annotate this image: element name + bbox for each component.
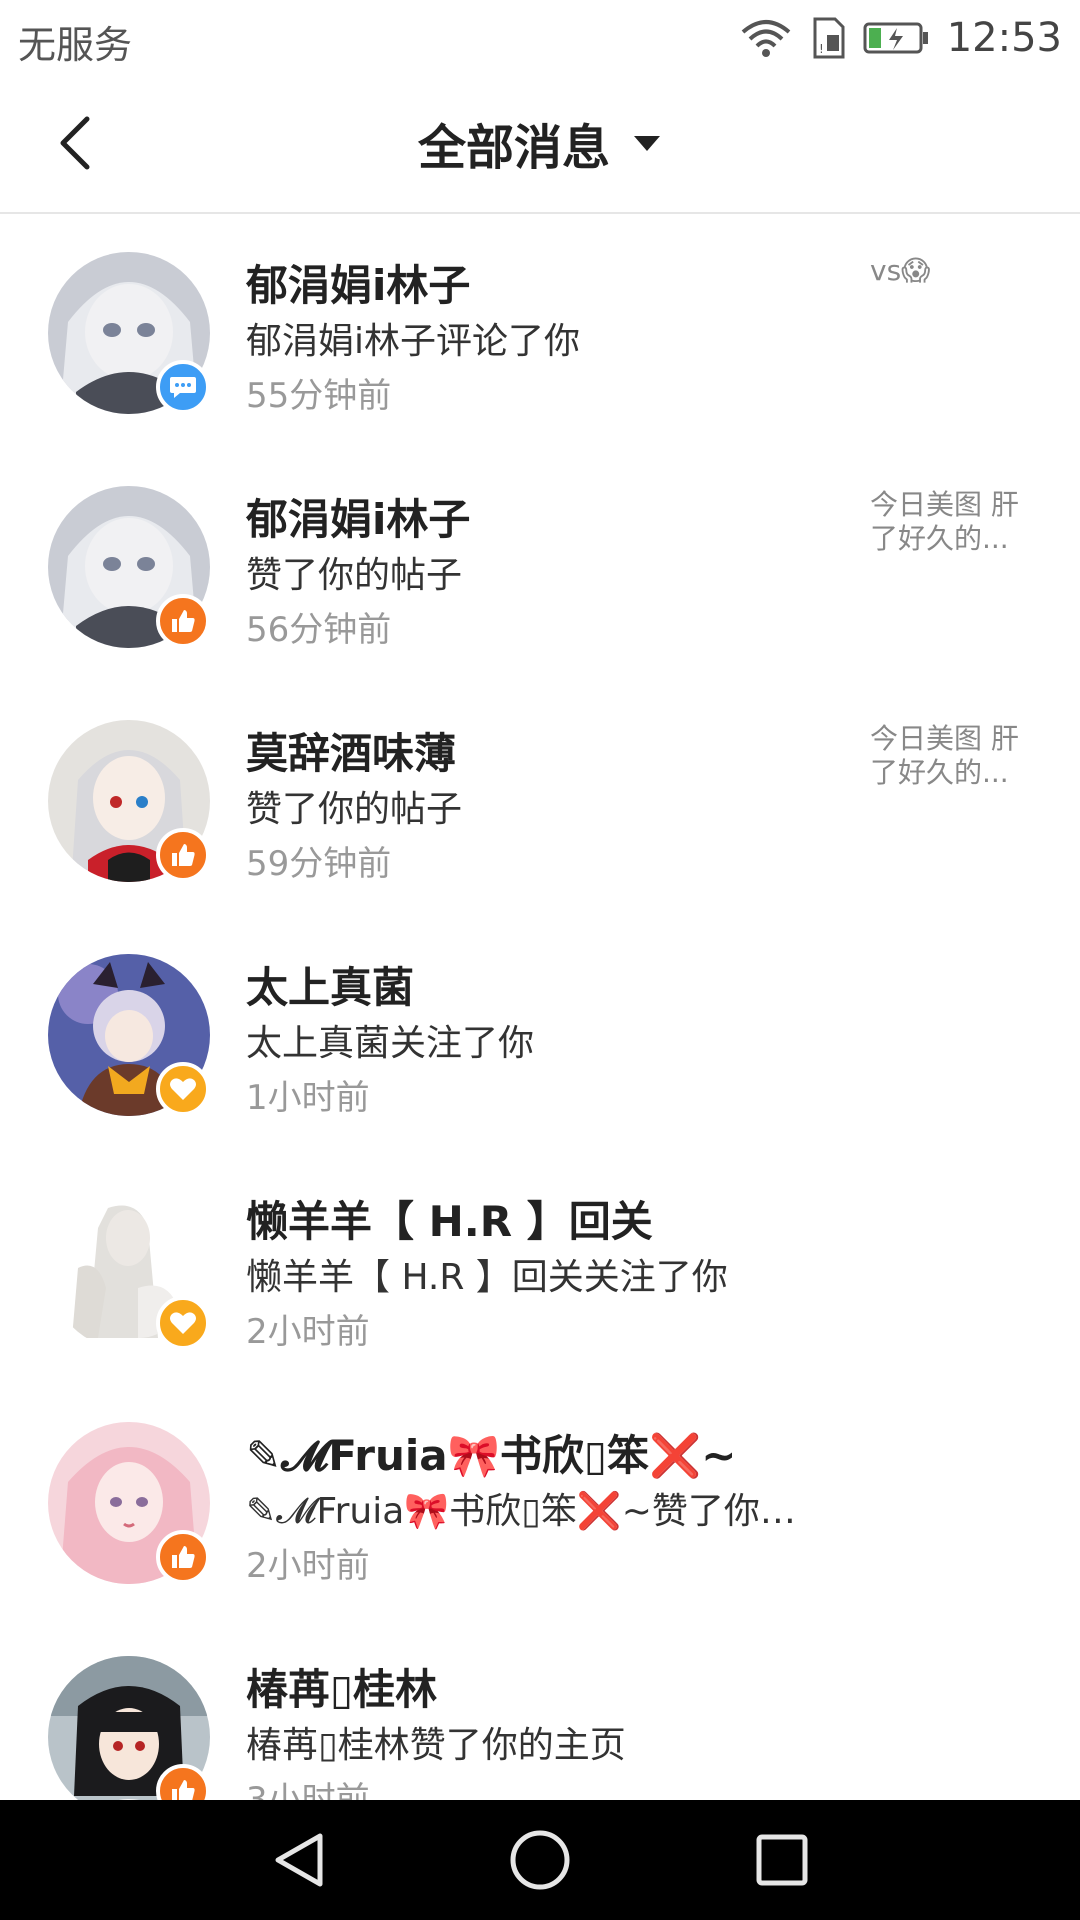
message-time: 56分钟前 <box>246 610 392 650</box>
nav-back-button[interactable] <box>248 1810 348 1910</box>
nav-home-button[interactable] <box>490 1810 590 1910</box>
sim-icon: ! <box>811 17 845 59</box>
dropdown-triangle-icon <box>634 136 660 151</box>
message-time: 1小时前 <box>246 1078 370 1118</box>
square-recents-icon <box>756 1834 808 1886</box>
page-title: 全部消息 <box>417 120 610 176</box>
message-item[interactable]: ✎𝓜Fruia🎀书欣▯笨❌~ ✎𝓜Fruia🎀书欣▯笨❌~赞了你的... 2小时… <box>0 1386 1080 1620</box>
header: 全部消息 <box>0 72 1080 214</box>
message-action: 懒羊羊【 H.R 】回关关注了你 <box>246 1257 728 1298</box>
post-preview[interactable]: 今日美图 肝了好久的... <box>870 488 1040 556</box>
comment-badge-icon <box>156 360 210 414</box>
message-action: ✎𝓜Fruia🎀书欣▯笨❌~赞了你的... <box>246 1491 826 1532</box>
message-item[interactable]: 椿苒▯桂林 椿苒▯桂林赞了你的主页 3小时前 <box>0 1620 1080 1800</box>
sender-name[interactable]: 郁涓娟i林子 <box>246 486 470 547</box>
message-time: 2小时前 <box>246 1546 370 1586</box>
sender-name[interactable]: ✎𝓜Fruia🎀书欣▯笨❌~ <box>246 1422 736 1483</box>
status-icons: ! 12:53 <box>739 10 1062 66</box>
sender-name[interactable]: 懒羊羊【 H.R 】回关 <box>246 1188 653 1249</box>
message-item[interactable]: 郁涓娟i林子 郁涓娟i林子评论了你 55分钟前 vs😱 <box>0 216 1080 450</box>
message-item[interactable]: 郁涓娟i林子 赞了你的帖子 56分钟前 今日美图 肝了好久的... <box>0 450 1080 684</box>
like-badge-icon <box>156 1530 210 1584</box>
status-bar: 无服务 ! 12:53 <box>0 0 1080 72</box>
wifi-icon <box>739 18 793 58</box>
message-time: 2小时前 <box>246 1312 370 1352</box>
sender-name[interactable]: 莫辞酒味薄 <box>246 720 456 781</box>
message-action: 郁涓娟i林子评论了你 <box>246 321 581 362</box>
post-preview[interactable]: 今日美图 肝了好久的... <box>870 722 1040 790</box>
system-nav-bar <box>0 1800 1080 1920</box>
svg-text:!: ! <box>819 42 824 56</box>
message-list: 郁涓娟i林子 郁涓娟i林子评论了你 55分钟前 vs😱 郁涓娟i林子 赞了你的帖… <box>0 216 1080 1800</box>
message-item[interactable]: 懒羊羊【 H.R 】回关 懒羊羊【 H.R 】回关关注了你 2小时前 <box>0 1152 1080 1386</box>
battery-icon <box>863 20 929 56</box>
post-preview[interactable]: vs😱 <box>870 254 1040 288</box>
circle-home-icon <box>510 1830 570 1890</box>
like-badge-icon <box>156 828 210 882</box>
nav-recents-button[interactable] <box>732 1810 832 1910</box>
message-time: 55分钟前 <box>246 376 392 416</box>
message-action: 太上真菌关注了你 <box>246 1023 535 1064</box>
clock: 12:53 <box>946 15 1062 61</box>
sender-name[interactable]: 椿苒▯桂林 <box>246 1656 437 1717</box>
follow-heart-badge-icon <box>156 1062 210 1116</box>
message-action: 赞了你的帖子 <box>246 555 463 596</box>
message-item[interactable]: 太上真菌 太上真菌关注了你 1小时前 <box>0 918 1080 1152</box>
message-item[interactable]: 莫辞酒味薄 赞了你的帖子 59分钟前 今日美图 肝了好久的... <box>0 684 1080 918</box>
follow-heart-badge-icon <box>156 1296 210 1350</box>
title-dropdown[interactable]: 全部消息 <box>0 108 1080 178</box>
like-badge-icon <box>156 594 210 648</box>
message-time: 59分钟前 <box>246 844 392 884</box>
message-action: 赞了你的帖子 <box>246 789 463 830</box>
message-time: 3小时前 <box>246 1780 370 1800</box>
triangle-back-icon <box>275 1833 323 1887</box>
sender-name[interactable]: 太上真菌 <box>246 954 414 1015</box>
sender-name[interactable]: 郁涓娟i林子 <box>246 252 470 313</box>
message-action: 椿苒▯桂林赞了你的主页 <box>246 1725 626 1766</box>
carrier-label: 无服务 <box>18 23 133 67</box>
